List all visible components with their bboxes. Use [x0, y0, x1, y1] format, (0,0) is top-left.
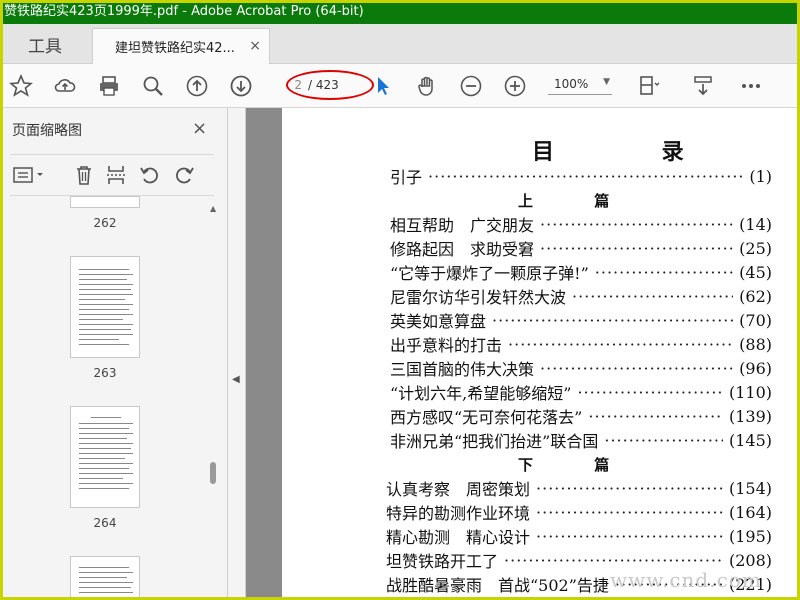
toc-entry: “它等于爆炸了一颗原子弹!”··························…: [390, 262, 772, 284]
page-thumbnail-262[interactable]: [70, 196, 140, 208]
cloud-upload-icon[interactable]: [52, 73, 78, 99]
tab-document[interactable]: 建坦赞铁路纪实42... ×: [92, 28, 270, 64]
document-page: 目 录 引子 ··································…: [282, 108, 800, 600]
rotate-clockwise-icon[interactable]: [172, 163, 196, 187]
sidebar-tools: [10, 154, 214, 196]
toc-entry: 西方感叹“无可奈何花落去”···························…: [390, 406, 772, 428]
scrollbar-thumb[interactable]: [210, 462, 216, 484]
page-thumbnail-265[interactable]: [70, 556, 140, 600]
page-display-icon[interactable]: [636, 73, 662, 99]
collapse-sidebar-icon[interactable]: ◀: [232, 374, 240, 385]
hand-tool-icon[interactable]: [414, 73, 440, 99]
toc-entry: 认真考察 周密策划 ·······························…: [386, 478, 772, 500]
sidebar-title: 页面缩略图: [12, 123, 82, 139]
zoom-in-icon[interactable]: [502, 73, 528, 99]
toc-entry: 修路起因 求助受窘 ·······························…: [390, 238, 772, 260]
print-icon[interactable]: [96, 73, 122, 99]
tab-document-label: 建坦赞铁路纪实42...: [115, 41, 235, 56]
toc-entry: 引子 ······································…: [390, 166, 772, 188]
document-gutter: [246, 108, 282, 600]
toc-entry: 三国首脑的伟大决策 ·······························…: [390, 358, 772, 380]
toc-entry: “计划六年,希望能够缩短”···························…: [390, 382, 772, 404]
main-toolbar: [0, 64, 800, 108]
tab-bar: 工具 建坦赞铁路纪实42... ×: [0, 24, 800, 64]
thumbnail-label: 263: [93, 366, 117, 380]
sidebar-splitter[interactable]: ◀: [228, 108, 246, 600]
page-thumbnail-264[interactable]: [70, 406, 140, 508]
scroll-mode-icon[interactable]: [690, 73, 716, 99]
tab-tools[interactable]: 工具: [0, 24, 90, 64]
tab-close-icon[interactable]: ×: [249, 38, 261, 54]
next-page-icon[interactable]: [228, 73, 254, 99]
zoom-search-icon[interactable]: [140, 73, 166, 99]
thumbnail-scrollbar[interactable]: ▲: [206, 200, 222, 598]
window-title: 赞铁路纪实423页1999年.pdf - Adobe Acrobat Pro (…: [4, 4, 364, 19]
more-options-icon[interactable]: [738, 73, 764, 99]
thumbnail-options-icon[interactable]: [12, 163, 48, 187]
chevron-down-icon: ▼: [603, 77, 610, 87]
toc-entry: 精心勘测 精心设计 ·······························…: [386, 526, 772, 548]
toc-entry: 非洲兄弟“把我们抬进”联合国··························…: [390, 430, 772, 452]
bookmark-star-icon[interactable]: [8, 73, 34, 99]
toc-entry: 特异的勘测作业环境 ·······························…: [386, 502, 772, 524]
thumbnail-label: 262: [93, 216, 117, 230]
delete-page-icon[interactable]: [72, 163, 96, 187]
toc-section-down: 下 篇: [518, 456, 638, 474]
zoom-level-select[interactable]: 100% ▼: [548, 73, 612, 95]
toc-entry: 英美如意算盘 ··································…: [390, 310, 772, 332]
zoom-out-icon[interactable]: [458, 73, 484, 99]
scroll-up-icon[interactable]: ▲: [210, 204, 216, 213]
thumbnail-list: 262 263 264: [0, 196, 206, 600]
site-watermark: www.cnd.com: [610, 568, 762, 592]
page-thumbnail-263[interactable]: [70, 256, 140, 358]
thumbnail-label: 264: [93, 516, 117, 530]
sidebar-close-icon[interactable]: ×: [192, 118, 207, 139]
rotate-counterclockwise-icon[interactable]: [138, 163, 162, 187]
toc-entry: 尼雷尔访华引发轩然大波·····························…: [390, 286, 772, 308]
previous-page-icon[interactable]: [184, 73, 210, 99]
red-highlight-ellipse: [286, 70, 374, 100]
toc-title: 目 录: [532, 139, 734, 165]
insert-page-icon[interactable]: [104, 163, 128, 187]
window-titlebar: 赞铁路纪实423页1999年.pdf - Adobe Acrobat Pro (…: [0, 0, 800, 24]
toc-entry: 相互帮助 广交朋友 ·······························…: [390, 214, 772, 236]
thumbnail-sidebar: 页面缩略图 × 262 263 264 ▲: [0, 108, 228, 600]
zoom-level-value: 100%: [554, 76, 589, 91]
toc-entry: 出乎意料的打击 ·································…: [390, 334, 772, 356]
toc-section-up: 上 篇: [518, 192, 638, 210]
